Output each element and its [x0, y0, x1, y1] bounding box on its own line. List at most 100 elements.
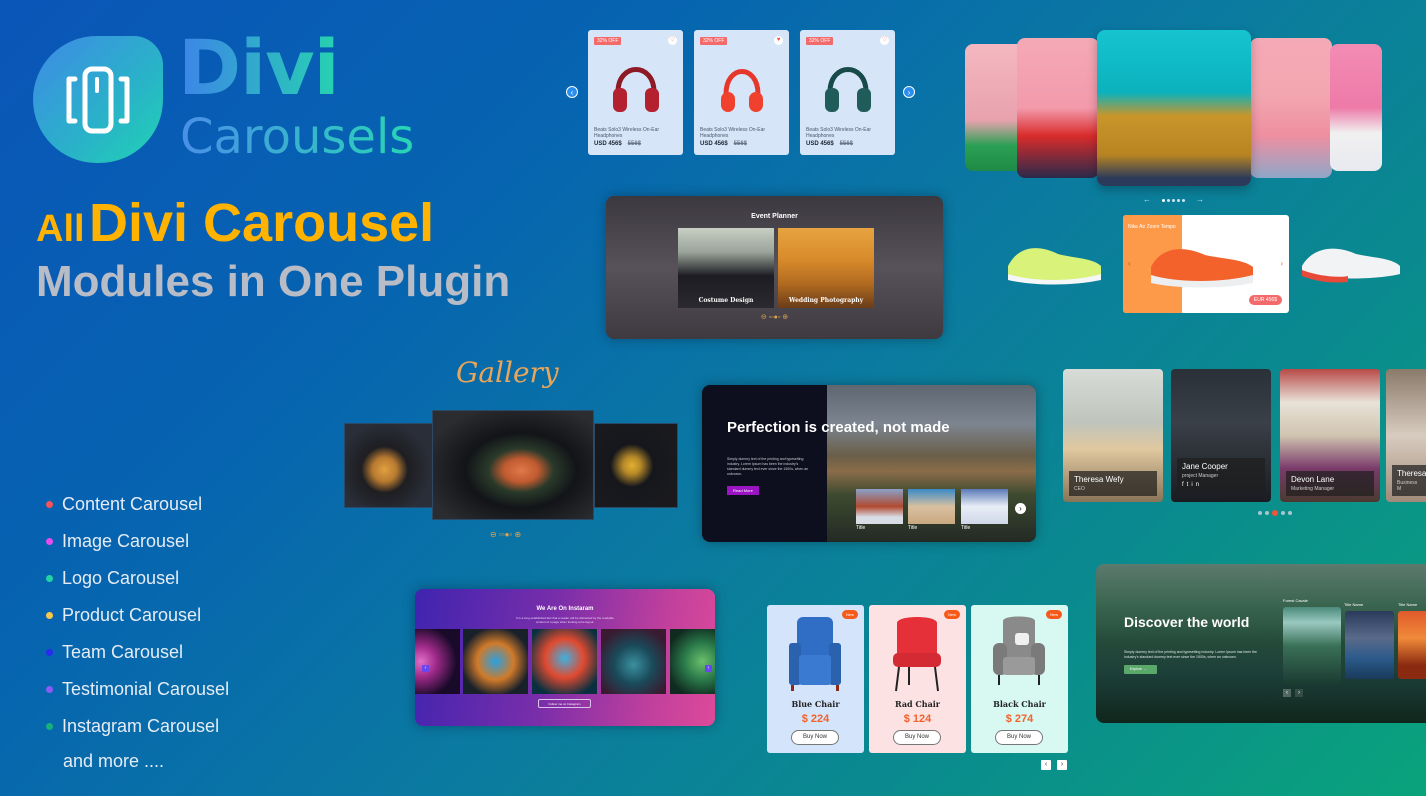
discover-card[interactable] — [1345, 611, 1394, 679]
event-nav[interactable]: ⊖ ▫▫●▫ ⊕ — [606, 313, 943, 321]
chevron-left-icon[interactable]: ‹ — [1128, 259, 1131, 268]
carousel-slide[interactable] — [965, 44, 1025, 171]
instagram-post[interactable] — [463, 629, 528, 694]
discover-card[interactable] — [1398, 611, 1426, 679]
chevron-right-icon[interactable]: › — [903, 86, 915, 98]
arrow-left-icon[interactable]: ← — [1143, 195, 1151, 204]
discover-card[interactable] — [1283, 607, 1341, 685]
event-title: Event Planner — [751, 213, 798, 220]
linkedin-icon[interactable]: in — [1191, 482, 1202, 488]
heart-icon[interactable]: ♡ — [880, 36, 889, 45]
sneaker-title: Nike Air Zoom Tempo — [1128, 224, 1176, 230]
team-card[interactable]: Devon Lane Marketing Manager — [1280, 369, 1380, 502]
instagram-post[interactable] — [670, 629, 715, 694]
event-slide[interactable]: Wedding Photography — [778, 228, 874, 308]
bullet-icon — [46, 575, 53, 582]
chevron-left-icon[interactable]: ‹ — [1041, 760, 1051, 770]
chair-card[interactable]: New Rad Chair $ 124 Buy Now — [869, 605, 966, 753]
feature-item: Content Carousel — [46, 486, 229, 523]
headline-word1: All — [36, 208, 85, 250]
follow-instagram-button[interactable]: Follow me on Instagram — [538, 699, 591, 708]
instagram-post[interactable] — [532, 629, 597, 694]
heart-icon[interactable]: ♡ — [668, 36, 677, 45]
event-slide[interactable]: Costume Design — [678, 228, 774, 308]
thumbnail[interactable] — [961, 489, 1008, 524]
chair-card[interactable]: New Blue Chair $ 224 Buy Now — [767, 605, 864, 753]
thumbnail[interactable] — [908, 489, 955, 524]
carousel-dots — [1162, 199, 1185, 202]
chevron-left-icon[interactable]: ‹ — [566, 86, 578, 98]
product-price: USD 456$ 556$ — [806, 141, 854, 147]
chevron-right-icon[interactable]: › — [1280, 259, 1283, 268]
carousel-slide[interactable] — [1250, 38, 1332, 178]
dot[interactable] — [1167, 199, 1170, 202]
explore-button[interactable]: Explore → — [1124, 665, 1157, 674]
dot[interactable] — [1281, 511, 1285, 515]
carousel-slide[interactable] — [1017, 38, 1099, 178]
team-info: Devon Lane Marketing Manager — [1286, 471, 1374, 496]
chevron-right-icon[interactable]: › — [705, 665, 712, 672]
feature-item: Image Carousel — [46, 523, 229, 560]
product-name: Beats Solo3 Wireless On-Ear Headphones — [594, 127, 660, 139]
chevron-right-icon[interactable]: › — [1057, 760, 1067, 770]
chevron-right-icon[interactable]: › — [1015, 503, 1026, 514]
member-name: Theresa Wefy — [1074, 475, 1124, 484]
dot[interactable] — [1258, 511, 1262, 515]
team-card[interactable]: Jane Cooper project Manager ftin — [1171, 369, 1271, 502]
dot[interactable] — [1172, 199, 1175, 202]
chevron-right-icon[interactable]: › — [1295, 689, 1303, 697]
team-info: Jane Cooper project Manager ftin — [1177, 458, 1265, 492]
team-card[interactable]: Theresa Wefy CEO — [1063, 369, 1163, 502]
member-name: Devon Lane — [1291, 475, 1335, 484]
read-more-button[interactable]: Read More — [727, 486, 759, 495]
instagram-post[interactable] — [415, 629, 460, 694]
chevron-left-icon[interactable]: ‹ — [422, 665, 429, 672]
heart-filled-icon[interactable]: ♥ — [774, 36, 783, 45]
feature-label: Logo Carousel — [62, 568, 180, 588]
price-badge: EUR 456$ — [1248, 295, 1282, 305]
gallery-nav[interactable]: ⊖ ▫▫●▫ ⊕ — [490, 530, 521, 539]
dot[interactable] — [1288, 511, 1292, 515]
buy-now-button[interactable]: Buy Now — [893, 730, 941, 745]
product-card[interactable]: 32% OFF ♡ Beats Solo3 Wireless On-Ear He… — [800, 30, 895, 155]
sneaker-card[interactable]: Nike Air Zoom Tempo ‹ › EUR 456$ — [1123, 215, 1289, 313]
headline: All Divi Carousel — [36, 196, 434, 250]
headline-subtitle: Modules in One Plugin — [36, 257, 511, 306]
feature-item: Instagram Carousel — [46, 708, 229, 745]
slide-caption: Wedding Photography — [788, 297, 864, 304]
carousel-icon — [66, 66, 130, 133]
gallery-slide[interactable] — [594, 423, 678, 508]
headphones-image — [721, 69, 763, 112]
carousel-slide-active[interactable] — [1097, 30, 1251, 186]
features-list: Content Carousel Image Carousel Logo Car… — [46, 486, 229, 745]
feature-item: Testimonial Carousel — [46, 671, 229, 708]
product-card[interactable]: 32% OFF ♡ Beats Solo3 Wireless On-Ear He… — [588, 30, 683, 155]
thumbnail[interactable] — [856, 489, 903, 524]
member-name: Jane Cooper — [1182, 462, 1228, 471]
content-carousel: Perfection is created, not made Simply d… — [702, 385, 1036, 542]
dot[interactable] — [1162, 199, 1165, 202]
gallery-slide-active[interactable] — [432, 410, 594, 520]
feature-label: Product Carousel — [62, 605, 202, 625]
dot-active[interactable] — [1272, 510, 1278, 516]
member-role: Marketing Manager — [1291, 486, 1335, 492]
chevron-left-icon[interactable]: ‹ — [1283, 689, 1291, 697]
carousel-slide[interactable] — [1330, 44, 1382, 171]
card-title: Title Name — [1344, 602, 1364, 607]
buy-now-button[interactable]: Buy Now — [995, 730, 1043, 745]
team-card[interactable]: Theresa Business M — [1386, 369, 1426, 502]
buy-now-button[interactable]: Buy Now — [791, 730, 839, 745]
more-label: and more .... — [63, 751, 165, 771]
dot[interactable] — [1182, 199, 1185, 202]
product-card[interactable]: 32% OFF ♥ Beats Solo3 Wireless On-Ear He… — [694, 30, 789, 155]
dot[interactable] — [1177, 199, 1180, 202]
chair-card[interactable]: New Black Chair $ 274 Buy Now — [971, 605, 1068, 753]
team-dots — [1258, 510, 1292, 516]
instagram-post[interactable] — [601, 629, 666, 694]
member-name: Theresa — [1397, 469, 1426, 478]
dot[interactable] — [1265, 511, 1269, 515]
thumbnail-title: Title — [961, 525, 971, 531]
arrow-right-icon[interactable]: → — [1196, 195, 1204, 204]
gallery-slide[interactable] — [344, 423, 434, 508]
headline-word2: Divi Carousel — [89, 193, 435, 253]
